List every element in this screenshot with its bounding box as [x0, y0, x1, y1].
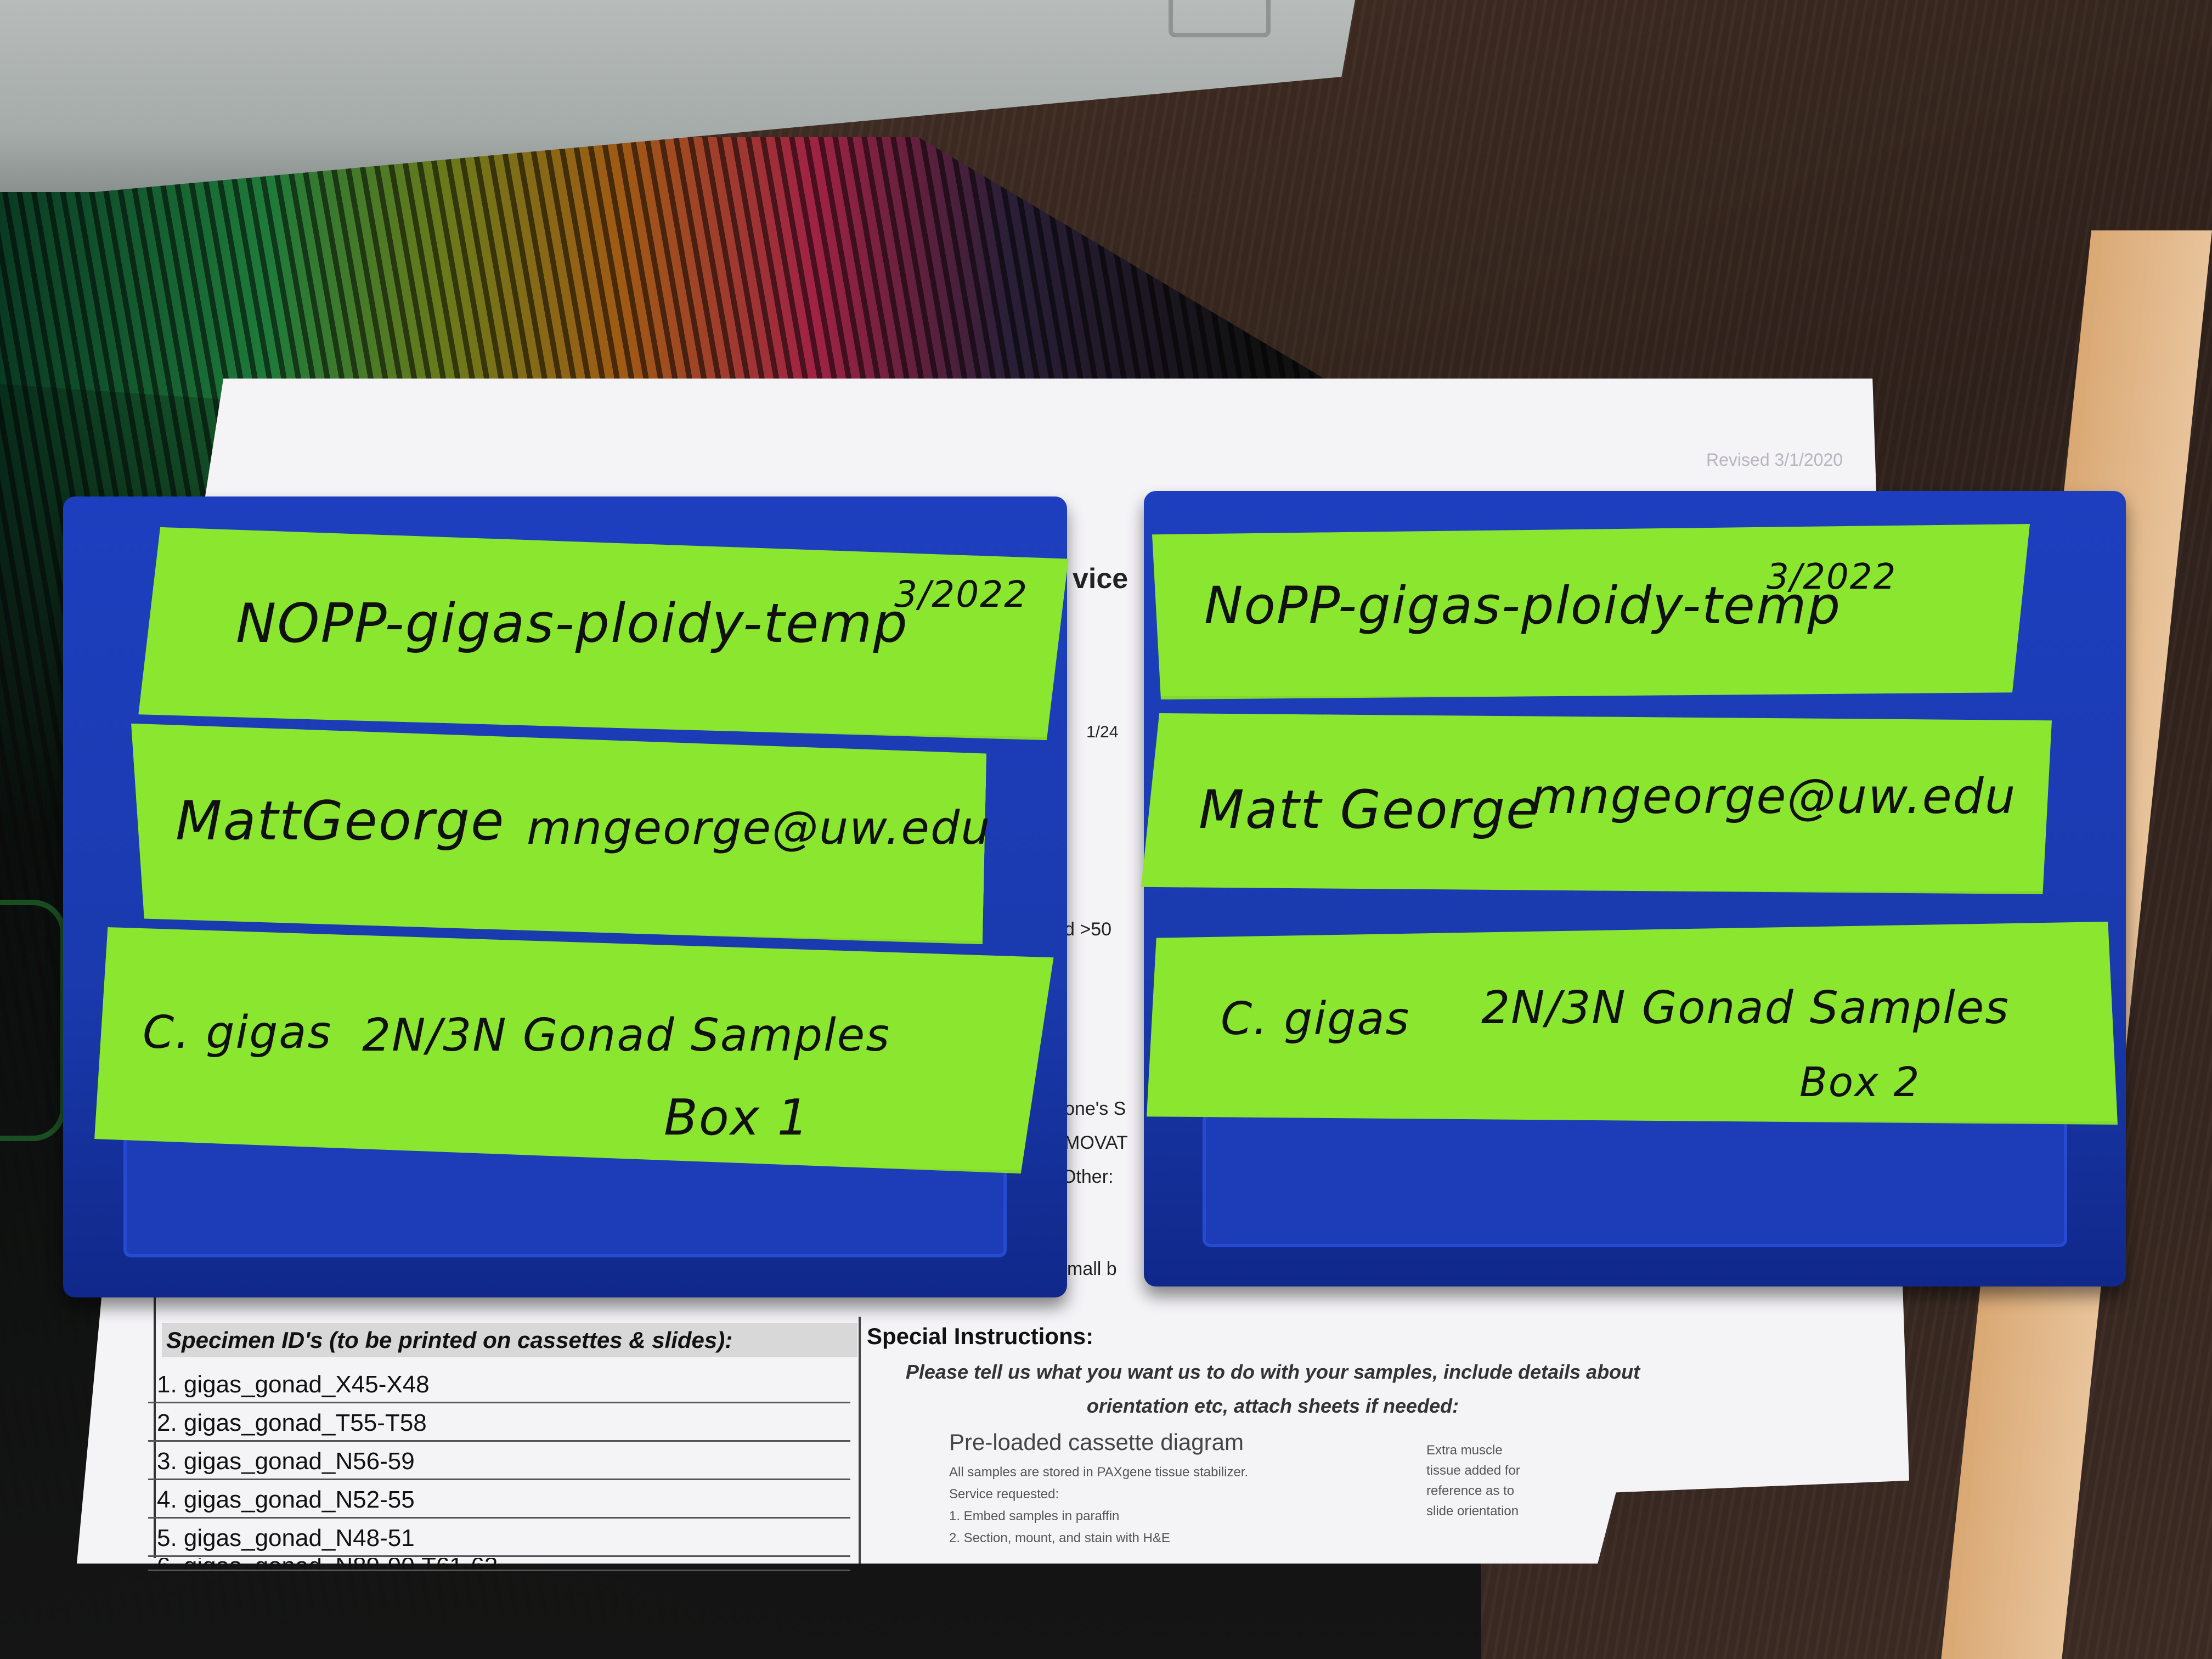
special-instructions-text: Please tell us what you want us to do wi…	[905, 1361, 1640, 1417]
revised-date: Revised 3/1/2020	[1706, 450, 1843, 470]
project-label: NoPP-gigas-ploidy-temp	[1204, 576, 1842, 636]
specimen-row: 2. gigas_gonad_T55-T58	[148, 1404, 850, 1442]
owner-label: Matt George	[1199, 779, 1540, 840]
stain-fragment-2: MOVAT	[1064, 1132, 1128, 1153]
cassette-line: 2. Section, mount, and stain with H&E	[949, 1531, 1170, 1545]
specimen-row: 3. gigas_gonad_N56-59	[148, 1443, 850, 1480]
date-fragment: 1/24	[1086, 723, 1119, 741]
laptop-logo-icon	[1169, 0, 1271, 37]
cassette-line: Service requested:	[949, 1487, 1059, 1502]
cassette-line: All samples are stored in PAXgene tissue…	[949, 1465, 1249, 1480]
specimen-row: 4. gigas_gonad_N52-55	[148, 1481, 850, 1519]
box-lid-panel	[1203, 1113, 2067, 1247]
email-label: mngeorge@uw.edu	[1531, 768, 2017, 825]
cassette-note: tissue added for	[1426, 1463, 1520, 1478]
date-label: 3/2022	[1767, 557, 1897, 597]
sample-label: 2N/3N Gonad Samples	[362, 1009, 890, 1062]
size-fragment: d >50	[1064, 919, 1112, 940]
box-number-label: Box 2	[1799, 1059, 1921, 1106]
special-instructions-header: Special Instructions:	[867, 1323, 1094, 1349]
specimen-row: 5. gigas_gonad_N48-51	[148, 1520, 850, 1557]
email-label: mngeorge@uw.edu	[527, 801, 991, 855]
cassette-note: Extra muscle	[1426, 1443, 1503, 1458]
cassette-diagram-title: Pre-loaded cassette diagram	[949, 1429, 1244, 1455]
species-label: C. gigas	[1221, 993, 1410, 1045]
cassette-line: 1. Embed samples in paraffin	[949, 1509, 1120, 1523]
project-label: NOPP-gigas-ploidy-temp	[236, 592, 909, 655]
specimen-row: 1. gigas_gonad_X45-X48	[148, 1366, 850, 1403]
stain-fragment-1: one's S	[1064, 1098, 1126, 1119]
owner-label: MattGeorge	[176, 790, 505, 853]
specimen-row: 6. gigas_gonad_N89-90,T61-63	[148, 1558, 850, 1571]
species-label: C. gigas	[143, 1007, 332, 1059]
cassette-note: reference as to	[1426, 1483, 1515, 1498]
box-number-label: Box 1	[664, 1089, 810, 1147]
small-fragment: mall b	[1067, 1259, 1117, 1279]
sample-label: 2N/3N Gonad Samples	[1481, 982, 2010, 1034]
razer-logo-icon	[0, 900, 66, 1141]
stain-fragment-3: Other:	[1062, 1166, 1114, 1187]
form-title-fragment: vice	[1073, 563, 1128, 595]
specimen-header: Specimen ID's (to be printed on cassette…	[162, 1323, 857, 1357]
cassette-note: slide orientation	[1426, 1504, 1519, 1519]
date-label: 3/2022	[894, 573, 1029, 616]
